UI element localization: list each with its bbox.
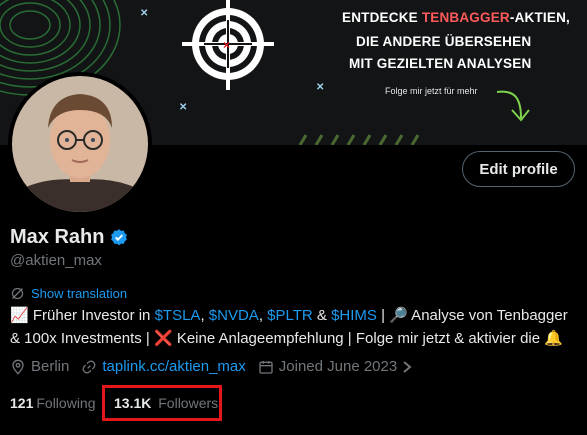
bio-text: ,: [258, 307, 268, 324]
cashtag-link[interactable]: $NVDA: [209, 307, 259, 324]
banner-headline-3: MIT GEZIELTEN ANALYSEN: [349, 56, 532, 71]
target-icon: ×: [182, 0, 274, 90]
avatar-portrait: [12, 76, 148, 212]
chevron-right-icon[interactable]: [401, 360, 413, 374]
joined-text: Joined June 2023: [278, 358, 398, 375]
decor-cross-icon: ✕: [179, 102, 188, 113]
profile-bio: 📈 Früher Investor in $TSLA, $NVDA, $PLTR…: [10, 304, 580, 350]
profile-name-row: Max Rahn: [10, 226, 129, 249]
edit-profile-button[interactable]: Edit profile: [462, 151, 575, 187]
bio-text: &: [312, 307, 332, 324]
website-link[interactable]: taplink.cc/aktien_max: [102, 358, 245, 375]
banner-headline-1: ENTDECKE TENBAGGER-AKTIEN,: [342, 10, 570, 25]
joined-item: Joined June 2023: [258, 358, 413, 375]
chart-emoji-icon: 📈: [10, 307, 29, 324]
magnifier-emoji-icon: 🔎: [389, 307, 408, 324]
decor-cross-icon: ✕: [140, 8, 149, 19]
banner-subtext: Folge mir jetzt für mehr: [385, 86, 478, 96]
following-label: Following: [36, 395, 96, 411]
following-stat[interactable]: 121 Following: [10, 395, 96, 411]
translate-icon: [11, 287, 24, 300]
bio-text: Keine Anlageempfehlung | Folge mir jetzt…: [172, 330, 545, 347]
location-item: Berlin: [10, 358, 69, 375]
svg-text:×: ×: [223, 38, 230, 52]
location-pin-icon: [12, 359, 24, 375]
decor-cross-icon: ✕: [316, 82, 325, 93]
show-translation-label: Show translation: [31, 286, 128, 301]
profile-name: Max Rahn: [10, 226, 105, 248]
followers-stat[interactable]: 13.1K Followers: [114, 395, 218, 411]
website-item[interactable]: taplink.cc/aktien_max: [81, 358, 246, 375]
bell-emoji-icon: 🔔: [544, 330, 563, 347]
profile-handle: @aktien_max: [10, 252, 102, 269]
profile-meta: Berlin taplink.cc/aktien_max Joined June…: [10, 358, 425, 375]
bio-text: Früher Investor in: [28, 307, 155, 324]
banner-headline-2: DIE ANDERE ÜBERSEHEN: [356, 34, 532, 49]
cashtag-link[interactable]: $HIMS: [331, 307, 377, 324]
verified-badge-icon[interactable]: [109, 228, 129, 248]
avatar-image: [12, 76, 148, 212]
following-count: 121: [10, 395, 34, 411]
followers-count: 13.1K: [114, 395, 152, 411]
bio-text: |: [376, 307, 390, 324]
cashtag-link[interactable]: $PLTR: [267, 307, 313, 324]
arrow-down-icon: [496, 90, 530, 122]
followers-label: Followers: [158, 395, 219, 411]
show-translation-link[interactable]: Show translation: [10, 286, 127, 301]
calendar-icon: [259, 360, 273, 374]
link-icon: [82, 360, 96, 373]
bio-text: ,: [200, 307, 209, 324]
cashtag-link[interactable]: $TSLA: [155, 307, 201, 324]
location-text: Berlin: [31, 358, 70, 375]
cross-emoji-icon: ❌: [153, 330, 173, 347]
avatar[interactable]: [8, 72, 152, 216]
